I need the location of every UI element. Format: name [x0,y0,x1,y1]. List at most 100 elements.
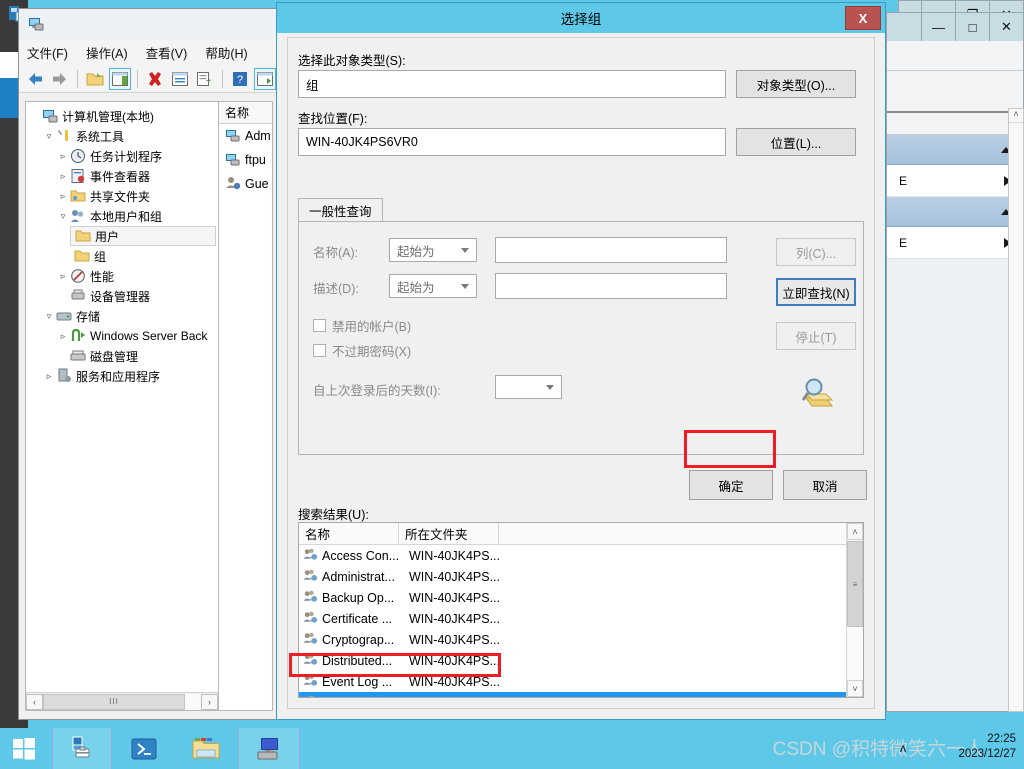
up-folder-icon[interactable] [84,68,106,90]
close-icon[interactable]: X [845,6,881,30]
result-row[interactable]: Event Log ... WIN-40JK4PS... [299,671,863,692]
ok-button[interactable]: 确定 [689,470,773,500]
tree-expander[interactable]: ▹ [42,371,56,382]
tree-horizontal-scrollbar[interactable]: ‹ III › [26,692,218,710]
name-value-input[interactable] [495,237,727,263]
tree-item-performance[interactable]: ▹ 性能 [28,266,216,286]
background-window-right[interactable]: — □ ✕ E E [886,12,1024,712]
tree-expander[interactable]: ▿ [42,311,56,322]
tree-item-device-manager[interactable]: 设备管理器 [28,286,216,306]
result-row[interactable]: ftpgroup1 WIN-40JK4PS... [299,692,863,697]
object-type-input[interactable]: 组 [298,70,726,98]
result-row[interactable]: Access Con... WIN-40JK4PS... [299,545,863,566]
column-header-blank[interactable] [499,523,863,544]
section-header-collapse[interactable] [887,135,1023,165]
menu-help[interactable]: 帮助(H) [205,43,247,62]
powershell-button[interactable] [114,728,174,769]
list-item[interactable]: Gue [219,172,272,196]
menu-file[interactable]: 文件(F) [27,43,68,62]
background-window-scrollbar[interactable]: ˄ [1008,108,1024,712]
tree-item-storage[interactable]: ▿ 存储 [28,306,216,326]
scroll-right-button[interactable]: › [201,693,218,710]
locations-button[interactable]: 位置(L)... [736,128,856,156]
forward-arrow-icon[interactable] [49,68,71,90]
object-types-button[interactable]: 对象类型(O)... [736,70,856,98]
results-pane[interactable]: 名称 Adm ftpu Gue [219,101,273,711]
tree-item-shared-folders[interactable]: ▹ 共享文件夹 [28,186,216,206]
stop-button[interactable]: 停止(T) [776,322,856,350]
show-action-pane-icon[interactable] [254,67,276,90]
properties-icon[interactable] [169,68,191,90]
scroll-up-button[interactable]: ˄ [847,523,863,540]
description-operator-select[interactable]: 起始为 [389,274,477,298]
result-row[interactable]: Backup Op... WIN-40JK4PS... [299,587,863,608]
result-row[interactable]: Cryptograp... WIN-40JK4PS... [299,629,863,650]
tab-common-queries[interactable]: 一般性查询 [298,198,383,222]
computer-management-button[interactable] [238,728,300,769]
toolbar[interactable]: ? [19,65,279,93]
column-header-name[interactable]: 名称 [219,102,272,124]
find-now-button[interactable]: 立即查找(N) [776,278,856,306]
search-results-list[interactable]: 名称 所在文件夹 Access Con... WIN-40JK4PS... Admi… [298,522,864,698]
column-header-name[interactable]: 名称 [299,523,399,544]
name-operator-select[interactable]: 起始为 [389,238,477,262]
computer-management-window[interactable]: 文件(F) 操作(A) 查看(V) 帮助(H) ? 计算机管理(本地) ▿ 系统… [18,8,280,720]
tree-expander[interactable]: ▹ [56,271,70,282]
menu-bar[interactable]: 文件(F) 操作(A) 查看(V) 帮助(H) [19,39,279,65]
tree-item-services-and-applications[interactable]: ▹ 服务和应用程序 [28,366,216,386]
help-icon[interactable]: ? [229,68,251,90]
list-item[interactable]: ftpu [219,148,272,172]
select-group-dialog[interactable]: 选择组 X 选择此对象类型(S): 组 对象类型(O)... 查找位置(F): … [276,2,886,720]
column-header-folder[interactable]: 所在文件夹 [399,523,499,544]
tree-item-local-users-and-groups[interactable]: ▿ 本地用户和组 [28,206,216,226]
menu-action[interactable]: 操作(A) [86,43,128,62]
tree-item-windows-server-backup[interactable]: ▹ Windows Server Back [28,326,216,346]
show-hide-console-tree-icon[interactable] [109,67,131,90]
start-button[interactable] [0,728,48,769]
tree-item-groups[interactable]: 组 [28,246,216,266]
menu-view[interactable]: 查看(V) [146,43,188,62]
list-item[interactable]: Adm [219,124,272,148]
results-column-headers[interactable]: 名称 所在文件夹 [299,523,863,545]
tree-item-event-viewer[interactable]: ▹ 事件查看器 [28,166,216,186]
days-since-logon-select[interactable] [495,375,562,399]
close-button[interactable]: ✕ [989,13,1023,41]
tree-expander[interactable]: ▿ [42,131,56,142]
scroll-track[interactable]: III [43,693,201,710]
delete-icon[interactable] [144,68,166,90]
result-row[interactable]: Distributed... WIN-40JK4PS... [299,650,863,671]
tree-item-users[interactable]: 用户 [70,226,216,246]
results-scrollbar[interactable]: ˄ ≡ ˅ [846,523,863,697]
tree-expander[interactable]: ▹ [56,191,70,202]
console-tree[interactable]: 计算机管理(本地) ▿ 系统工具 ▹ 任务计划程序 ▹ 事件查看器 ▹ 共享文件… [25,101,219,711]
tray-expand-icon[interactable]: ʌ [900,741,906,755]
server-manager-button[interactable] [52,728,112,769]
tree-item-system-tools[interactable]: ▿ 系统工具 [28,126,216,146]
location-input[interactable]: WIN-40JK4PS6VR0 [298,128,726,156]
columns-button[interactable]: 列(C)... [776,238,856,266]
scroll-thumb[interactable]: III [43,693,185,710]
tab-strip[interactable]: 一般性查询 [298,198,864,222]
tree-item-task-scheduler[interactable]: ▹ 任务计划程序 [28,146,216,166]
maximize-button[interactable]: □ [955,13,989,41]
result-row[interactable]: Certificate ... WIN-40JK4PS... [299,608,863,629]
tree-expander[interactable]: ▹ [56,331,70,342]
export-list-icon[interactable] [194,68,216,90]
section-item[interactable]: E [887,165,1023,197]
back-arrow-icon[interactable] [24,68,46,90]
description-value-input[interactable] [495,273,727,299]
file-explorer-button[interactable] [176,728,236,769]
non-expiring-password-checkbox-row[interactable]: 不过期密码(X) [313,341,411,360]
disabled-accounts-checkbox[interactable] [313,319,326,332]
tree-expander[interactable]: ▿ [56,211,70,222]
scroll-left-button[interactable]: ‹ [26,693,43,710]
minimize-button[interactable]: — [921,13,955,41]
tree-item-disk-management[interactable]: 磁盘管理 [28,346,216,366]
taskbar-clock[interactable]: 22:25 2023/12/27 [958,732,1016,762]
tree-expander[interactable]: ▹ [56,171,70,182]
taskbar[interactable]: CSDN @积特微笑六一人 22:25 2023/12/27 ʌ [0,728,1024,769]
section-item[interactable]: E [887,227,1023,259]
cancel-button[interactable]: 取消 [783,470,867,500]
disabled-accounts-checkbox-row[interactable]: 禁用的帐户(B) [313,316,411,335]
tree-expander[interactable]: ▹ [56,151,70,162]
